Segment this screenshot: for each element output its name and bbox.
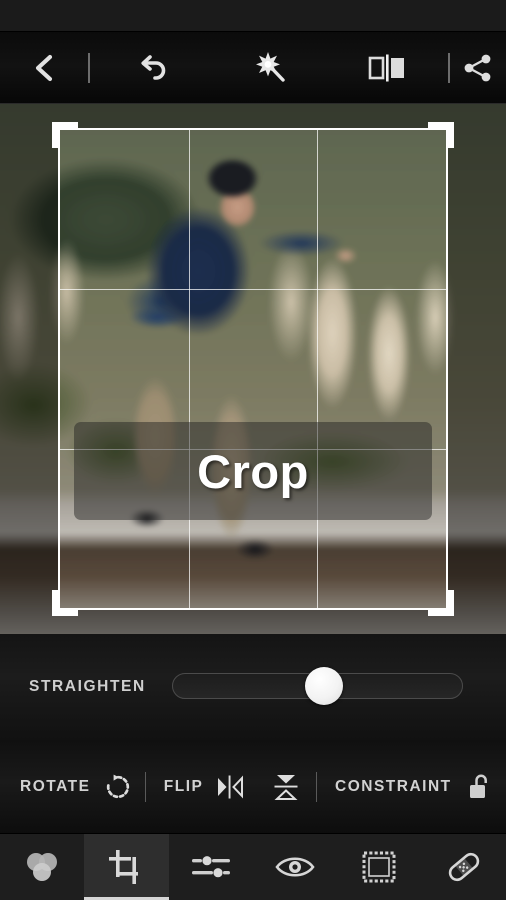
flip-horizontal-icon <box>217 774 243 799</box>
photo-editor-screen: Crop STRAIGHTEN ROTATE FLIP CONSTRAINT <box>0 0 506 900</box>
share-icon <box>464 54 491 81</box>
magic-wand-icon <box>256 51 285 82</box>
tab-borders[interactable] <box>337 834 421 900</box>
tool-name-overlay: Crop <box>74 422 432 520</box>
transform-divider-1 <box>144 771 146 802</box>
rotate-cw-icon <box>106 774 129 798</box>
straighten-slider-knob[interactable] <box>305 667 343 705</box>
before-after-button[interactable] <box>326 32 448 104</box>
tab-looks[interactable] <box>0 834 84 900</box>
tool-name-label: Crop <box>197 444 309 498</box>
photo-image <box>0 104 506 634</box>
rotate-button[interactable] <box>90 773 144 801</box>
tab-red-eye[interactable] <box>253 834 337 900</box>
before-after-icon <box>368 54 404 81</box>
transform-row: ROTATE FLIP CONSTRAINT <box>0 740 506 834</box>
undo-button[interactable] <box>90 32 216 104</box>
color-circles-icon <box>27 853 58 881</box>
auto-enhance-button[interactable] <box>216 32 326 104</box>
chevron-left-icon <box>35 54 53 81</box>
photo-stage[interactable]: Crop <box>0 104 506 634</box>
status-bar <box>0 0 506 32</box>
crop-icon <box>109 850 139 884</box>
tab-crop[interactable] <box>84 834 169 900</box>
tab-blemish[interactable] <box>422 834 506 900</box>
tool-tabbar <box>0 834 506 900</box>
constraint-label: CONSTRAINT <box>335 777 452 795</box>
flip-vertical-button[interactable] <box>256 772 316 802</box>
flip-vertical-icon <box>274 774 298 800</box>
rotate-label: ROTATE <box>20 777 91 795</box>
lock-open-icon <box>469 774 487 798</box>
back-button[interactable] <box>0 32 88 104</box>
bandage-icon <box>448 852 479 882</box>
undo-icon <box>141 54 166 80</box>
frame-icon <box>362 851 396 883</box>
flip-horizontal-button[interactable] <box>203 774 255 800</box>
flip-label: FLIP <box>163 777 204 795</box>
sliders-icon <box>191 856 230 878</box>
transform-divider-2 <box>316 771 317 802</box>
tab-adjust[interactable] <box>169 834 253 900</box>
constraint-lock-button[interactable] <box>452 772 506 802</box>
straighten-slider[interactable] <box>172 667 463 705</box>
top-toolbar <box>0 32 506 104</box>
eye-icon <box>275 857 315 877</box>
share-button[interactable] <box>450 32 506 104</box>
straighten-label: STRAIGHTEN <box>29 678 146 695</box>
